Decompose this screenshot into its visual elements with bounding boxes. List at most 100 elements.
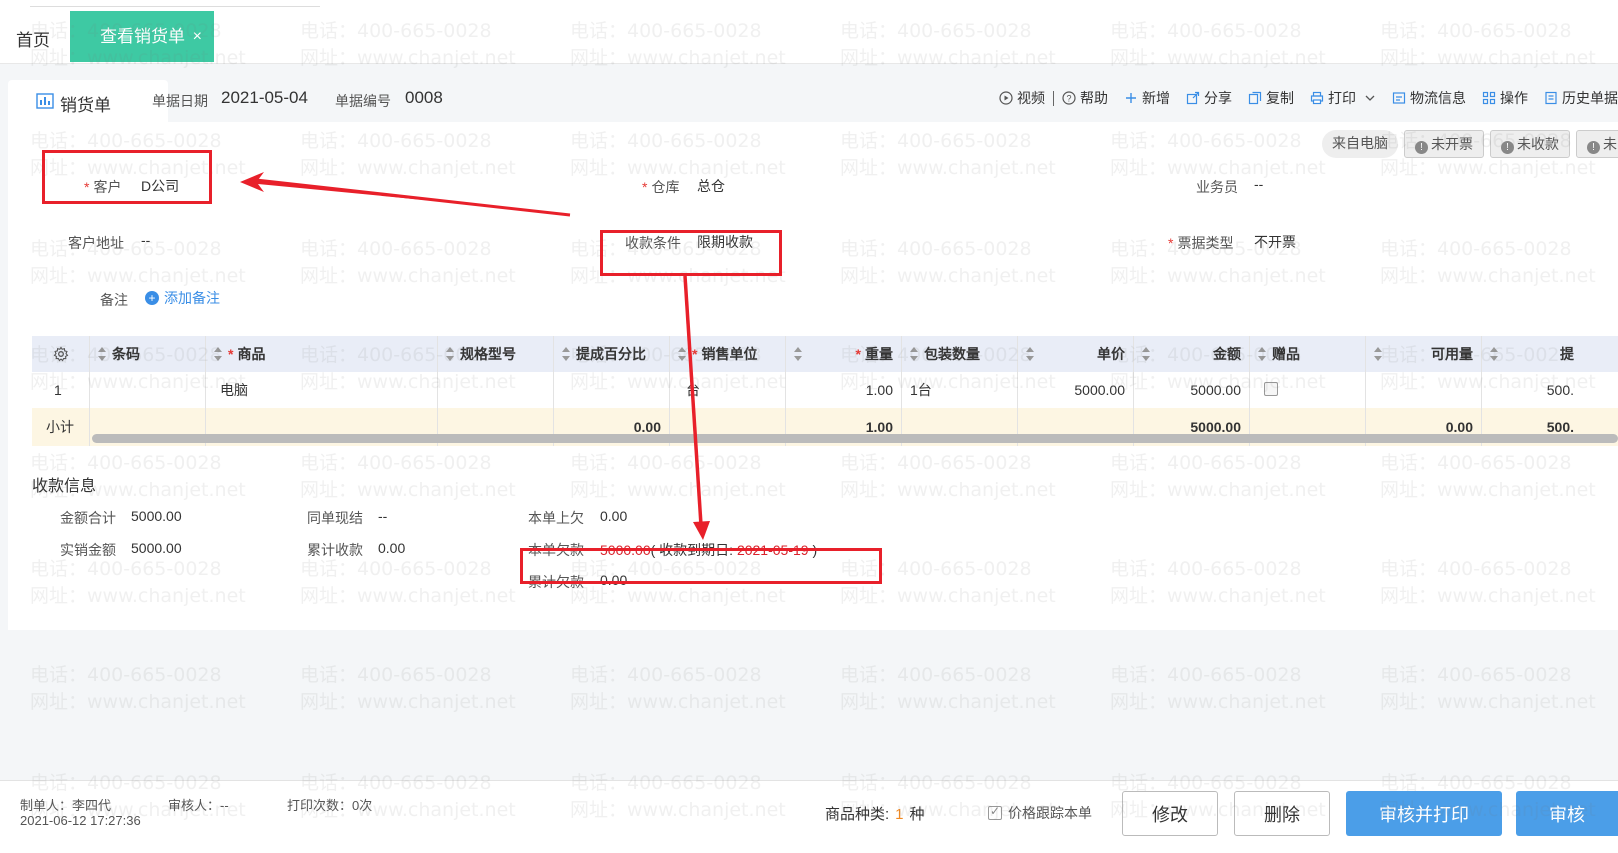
- payment-section-title: 收款信息: [32, 478, 97, 495]
- sort-icon[interactable]: [678, 347, 686, 361]
- sort-icon[interactable]: [1258, 347, 1266, 361]
- video-button[interactable]: 视频: [999, 88, 1045, 108]
- toolbar-divider: [1053, 90, 1054, 106]
- sort-icon[interactable]: [794, 347, 802, 361]
- add-note-label: 添加备注: [164, 290, 220, 306]
- watermark-text: 电话：400-665-0028网址：www.chanjet.net: [840, 664, 1056, 713]
- cell-barcode[interactable]: [90, 372, 206, 408]
- column-barcode[interactable]: 条码: [90, 336, 206, 372]
- column-amount[interactable]: 金额: [1134, 336, 1250, 372]
- top-divider: [30, 6, 320, 7]
- salesman-value[interactable]: --: [1254, 176, 1263, 192]
- due-suffix: ): [808, 542, 818, 558]
- cell-pack-qty[interactable]: 1台: [902, 372, 1018, 408]
- same-settle-value: --: [378, 508, 388, 524]
- gear-icon[interactable]: [53, 346, 69, 362]
- bill-type-value[interactable]: 不开票: [1254, 232, 1296, 252]
- share-button[interactable]: 分享: [1186, 88, 1232, 108]
- extra-status-text: 未: [1603, 136, 1617, 152]
- cell-gift[interactable]: [1250, 372, 1366, 408]
- gift-checkbox[interactable]: [1264, 382, 1278, 396]
- cell-commission[interactable]: [554, 372, 670, 408]
- track-price-label: 价格跟踪本单: [1008, 805, 1092, 821]
- terms-value[interactable]: 限期收款: [697, 232, 753, 252]
- product-kinds: 商品种类: 1 种: [825, 803, 925, 824]
- logistics-button[interactable]: 物流信息: [1392, 88, 1466, 108]
- cell-unit[interactable]: 台: [670, 372, 786, 408]
- delete-button[interactable]: 删除: [1234, 791, 1330, 836]
- sort-icon[interactable]: [1142, 347, 1150, 361]
- number-value: 0008: [405, 88, 443, 107]
- column-available[interactable]: 可用量: [1366, 336, 1482, 372]
- audit-button[interactable]: 审核: [1516, 791, 1618, 836]
- info-icon: !: [1501, 141, 1514, 154]
- kinds-count: 1: [895, 806, 904, 823]
- column-spec[interactable]: 规格型号: [438, 336, 554, 372]
- sort-icon[interactable]: [562, 347, 570, 361]
- actual-amount-value: 5000.00: [131, 540, 182, 556]
- sales-order-panel: 销货单 单据日期 2021-05-04 单据编号 0008 视频 ? 帮助 新增…: [8, 74, 1618, 630]
- watermark-text: 电话：400-665-0028网址：www.chanjet.net: [30, 664, 246, 713]
- checkbox-icon[interactable]: [988, 804, 1002, 820]
- history-button[interactable]: 历史单据: [1544, 88, 1618, 108]
- warehouse-value[interactable]: 总仓: [697, 176, 725, 196]
- sort-icon[interactable]: [1026, 347, 1034, 361]
- help-icon: ?: [1062, 91, 1076, 105]
- cell-price[interactable]: 5000.00: [1018, 372, 1134, 408]
- add-button[interactable]: 新增: [1124, 88, 1170, 108]
- close-icon[interactable]: ×: [193, 11, 202, 62]
- add-note-button[interactable]: + 添加备注: [145, 288, 220, 308]
- total-amount-label: 金额合计: [60, 510, 116, 526]
- sort-icon[interactable]: [214, 347, 222, 361]
- info-icon: !: [1415, 141, 1428, 154]
- plus-icon: [1126, 93, 1136, 103]
- column-pack-qty[interactable]: 包装数量: [902, 336, 1018, 372]
- tab-home[interactable]: 首页: [16, 26, 50, 51]
- cell-product[interactable]: 电脑: [206, 372, 438, 408]
- table-row[interactable]: 1 电脑 台 1.00 1台 5000.00 5000.00 500.: [32, 372, 1618, 408]
- chart-icon: [36, 93, 54, 109]
- sort-icon[interactable]: [446, 347, 454, 361]
- date-value: 2021-05-04: [221, 88, 308, 107]
- customer-value[interactable]: D公司: [141, 176, 179, 196]
- operate-button[interactable]: 操作: [1482, 88, 1528, 108]
- watermark-text: 电话：400-665-0028网址：www.chanjet.net: [1380, 664, 1596, 713]
- watermark-text: 电话：400-665-0028网址：www.chanjet.net: [1110, 664, 1326, 713]
- sort-icon[interactable]: [1374, 347, 1382, 361]
- column-sales-unit[interactable]: * 销售单位: [670, 336, 786, 372]
- cell-amount[interactable]: 5000.00: [1134, 372, 1250, 408]
- date-label: 单据日期: [152, 93, 208, 109]
- cell-weight[interactable]: 1.00: [786, 372, 902, 408]
- track-price-checkbox[interactable]: 价格跟踪本单: [988, 803, 1092, 823]
- cell-available[interactable]: [1366, 372, 1482, 408]
- sort-icon[interactable]: [98, 347, 106, 361]
- cell-spec[interactable]: [438, 372, 554, 408]
- watermark-text: 电话：400-665-0028网址：www.chanjet.net: [300, 664, 516, 713]
- sort-icon[interactable]: [910, 347, 918, 361]
- address-value[interactable]: --: [141, 232, 150, 248]
- print-button[interactable]: 打印: [1310, 88, 1376, 108]
- audit-print-button[interactable]: 审核并打印: [1346, 791, 1502, 836]
- help-label: 帮助: [1080, 90, 1108, 106]
- help-button[interactable]: ? 帮助: [1062, 88, 1108, 108]
- accum-owe-label: 累计欠款: [528, 574, 584, 590]
- footer-bar: 制单人：李四代 审核人：-- 打印次数：0次 2021-06-12 17:27:…: [0, 780, 1618, 853]
- copy-button[interactable]: 复制: [1248, 88, 1294, 108]
- column-product[interactable]: * 商品: [206, 336, 438, 372]
- column-weight[interactable]: * 重量: [786, 336, 902, 372]
- actual-amount-label: 实销金额: [60, 542, 116, 558]
- column-commission[interactable]: 提成百分比: [554, 336, 670, 372]
- tab-view-sales-order[interactable]: 查看销货单 ×: [70, 11, 214, 62]
- sort-icon[interactable]: [1490, 347, 1498, 361]
- edit-button[interactable]: 修改: [1122, 791, 1218, 836]
- owe-value-line: 5000.00( 收款到期日: 2021-05-19 ): [600, 540, 817, 560]
- column-gift[interactable]: 赠品: [1250, 336, 1366, 372]
- column-price[interactable]: 单价: [1018, 336, 1134, 372]
- chevron-down-icon[interactable]: [1364, 92, 1376, 104]
- column-more[interactable]: 提: [1482, 336, 1582, 372]
- horizontal-scrollbar[interactable]: [92, 434, 1618, 443]
- salesman-label: 业务员: [1196, 179, 1238, 195]
- column-settings[interactable]: [32, 336, 90, 372]
- printer-icon: [1310, 91, 1324, 105]
- doc-tab-sales-order[interactable]: 销货单: [8, 80, 168, 122]
